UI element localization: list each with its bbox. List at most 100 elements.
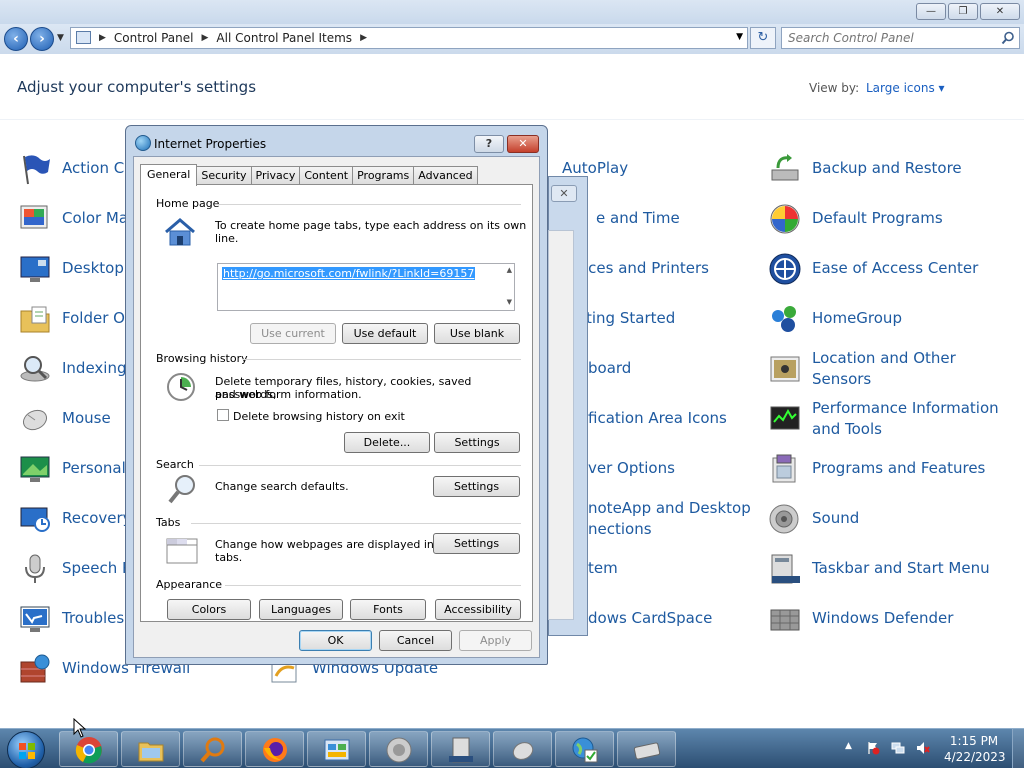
volume-muted-icon[interactable] bbox=[916, 741, 930, 755]
home-page-heading: Home page bbox=[156, 197, 220, 210]
tab-privacy[interactable]: Privacy bbox=[250, 166, 301, 185]
home-page-address-textarea[interactable]: http://go.microsoft.com/fwlink/?LinkId=6… bbox=[217, 263, 515, 311]
delete-on-exit-label[interactable]: Delete browsing history on exit bbox=[233, 410, 405, 423]
taskbar-search[interactable] bbox=[183, 731, 242, 767]
cp-item-label: Taskbar and Start Menu bbox=[812, 559, 990, 577]
forward-button[interactable]: › bbox=[30, 27, 54, 51]
use-blank-button[interactable]: Use blank bbox=[434, 323, 520, 344]
view-by-dropdown[interactable]: Large icons ▾ bbox=[866, 81, 945, 95]
dialog-body: General Security Privacy Content Program… bbox=[133, 156, 540, 658]
cancel-button[interactable]: Cancel bbox=[379, 630, 452, 651]
taskbar-mouse[interactable] bbox=[493, 731, 552, 767]
refresh-button[interactable]: ↻ bbox=[750, 27, 776, 49]
server-icon bbox=[449, 737, 473, 763]
divider bbox=[215, 204, 521, 205]
mouse-app-icon bbox=[512, 742, 534, 760]
search-input[interactable] bbox=[788, 31, 988, 45]
minimize-button[interactable]: — bbox=[916, 3, 946, 20]
address-dropdown-icon[interactable]: ▼ bbox=[736, 32, 743, 42]
start-button[interactable] bbox=[7, 731, 45, 768]
maximize-button[interactable]: ❐ bbox=[948, 3, 978, 20]
chrome-icon bbox=[75, 737, 102, 764]
content-header: Adjust your computer's settings View by:… bbox=[0, 54, 1024, 120]
close-button[interactable]: ✕ bbox=[980, 3, 1020, 20]
taskbar-control-panel[interactable] bbox=[307, 731, 366, 767]
taskbar-sound[interactable] bbox=[369, 731, 428, 767]
search-description: Change search defaults. bbox=[215, 480, 349, 493]
breadcrumb-arrow-icon[interactable]: ▶ bbox=[360, 33, 367, 43]
search-box[interactable] bbox=[781, 27, 1020, 49]
defender-icon bbox=[770, 609, 800, 631]
breadcrumb-all-items[interactable]: All Control Panel Items bbox=[216, 31, 352, 45]
firewall-icon bbox=[20, 654, 50, 683]
colors-button[interactable]: Colors bbox=[167, 599, 251, 620]
cp-item-label: Speech R bbox=[62, 559, 133, 577]
cp-item-label: Desktop ( bbox=[62, 259, 135, 277]
tabs-heading: Tabs bbox=[156, 516, 181, 529]
fonts-button[interactable]: Fonts bbox=[350, 599, 426, 620]
tab-security[interactable]: Security bbox=[196, 166, 252, 185]
cp-item-label: board bbox=[588, 359, 632, 377]
tabs-settings-button[interactable]: Settings bbox=[433, 533, 520, 554]
tab-content[interactable]: Content bbox=[299, 166, 354, 185]
breadcrumb-arrow-icon[interactable]: ▶ bbox=[202, 33, 209, 43]
cp-item-label: fication Area Icons bbox=[588, 409, 727, 427]
tab-programs[interactable]: Programs bbox=[352, 166, 415, 185]
taskbar-server[interactable] bbox=[431, 731, 490, 767]
breadcrumb-control-panel[interactable]: Control Panel bbox=[114, 31, 194, 45]
folder-options-icon bbox=[20, 306, 50, 333]
taskbar: ▲ 1:15 PM 4/22/2023 bbox=[0, 728, 1024, 768]
page-title: Adjust your computer's settings bbox=[17, 78, 257, 96]
cp-item-label: Troublesh bbox=[62, 609, 134, 627]
browsing-history-heading: Browsing history bbox=[156, 352, 248, 365]
background-dialog-body bbox=[548, 230, 574, 620]
action-center-flag-icon[interactable] bbox=[866, 741, 880, 755]
internet-properties-dialog: Internet Properties ? ✕ General Security… bbox=[125, 125, 548, 665]
network-icon[interactable] bbox=[891, 741, 905, 755]
search-icon[interactable] bbox=[1001, 31, 1015, 45]
view-by-label: View by: bbox=[809, 81, 860, 95]
tabs-description-line1: Change how webpages are displayed in bbox=[215, 538, 434, 551]
delete-history-button[interactable]: Delete... bbox=[344, 432, 430, 453]
help-button[interactable]: ? bbox=[474, 135, 504, 153]
tab-general[interactable]: General bbox=[140, 164, 198, 186]
use-current-button[interactable]: Use current bbox=[250, 323, 336, 344]
use-default-button[interactable]: Use default bbox=[342, 323, 428, 344]
search-settings-button[interactable]: Settings bbox=[433, 476, 520, 497]
taskbar-internet-options[interactable] bbox=[555, 731, 614, 767]
delete-on-exit-checkbox[interactable] bbox=[217, 409, 229, 421]
cp-item-label: Default Programs bbox=[812, 209, 943, 227]
windows-logo-icon bbox=[19, 743, 35, 759]
back-button[interactable]: ‹ bbox=[4, 27, 28, 51]
home-page-url[interactable]: http://go.microsoft.com/fwlink/?LinkId=6… bbox=[222, 267, 476, 280]
taskbar-keyboard[interactable] bbox=[617, 731, 676, 767]
taskbar-firefox[interactable] bbox=[245, 731, 304, 767]
clock-date[interactable]: 4/22/2023 bbox=[944, 750, 1006, 764]
clock-time[interactable]: 1:15 PM bbox=[944, 734, 1004, 748]
ok-button[interactable]: OK bbox=[299, 630, 372, 651]
taskbar-chrome[interactable] bbox=[59, 731, 118, 767]
languages-button[interactable]: Languages bbox=[259, 599, 343, 620]
show-hidden-icons-button[interactable]: ▲ bbox=[845, 741, 852, 751]
personalization-icon bbox=[20, 456, 50, 482]
background-dialog-close-button[interactable]: ✕ bbox=[551, 185, 577, 202]
address-bar[interactable]: ▶ Control Panel ▶ All Control Panel Item… bbox=[70, 27, 748, 49]
apply-button[interactable]: Apply bbox=[459, 630, 532, 651]
dialog-close-button[interactable]: ✕ bbox=[507, 135, 539, 153]
cp-item-label: Recovery bbox=[62, 509, 132, 527]
breadcrumb-arrow-icon[interactable]: ▶ bbox=[99, 33, 106, 43]
scroll-down-icon[interactable]: ▼ bbox=[507, 298, 512, 306]
cp-item-label: Action Ce bbox=[62, 159, 134, 177]
performance-icon bbox=[770, 406, 800, 430]
show-desktop-button[interactable] bbox=[1012, 729, 1024, 768]
search-magnifier-icon bbox=[168, 475, 195, 504]
programs-features-icon bbox=[772, 454, 796, 483]
scroll-up-icon[interactable]: ▲ bbox=[507, 266, 512, 274]
taskbar-icon bbox=[771, 554, 800, 584]
taskbar-file-explorer[interactable] bbox=[121, 731, 180, 767]
tab-advanced[interactable]: Advanced bbox=[413, 166, 478, 185]
flag-icon bbox=[23, 155, 50, 185]
history-settings-button[interactable]: Settings bbox=[434, 432, 520, 453]
recent-pages-dropdown[interactable]: ▼ bbox=[57, 33, 64, 43]
accessibility-button[interactable]: Accessibility bbox=[435, 599, 521, 620]
